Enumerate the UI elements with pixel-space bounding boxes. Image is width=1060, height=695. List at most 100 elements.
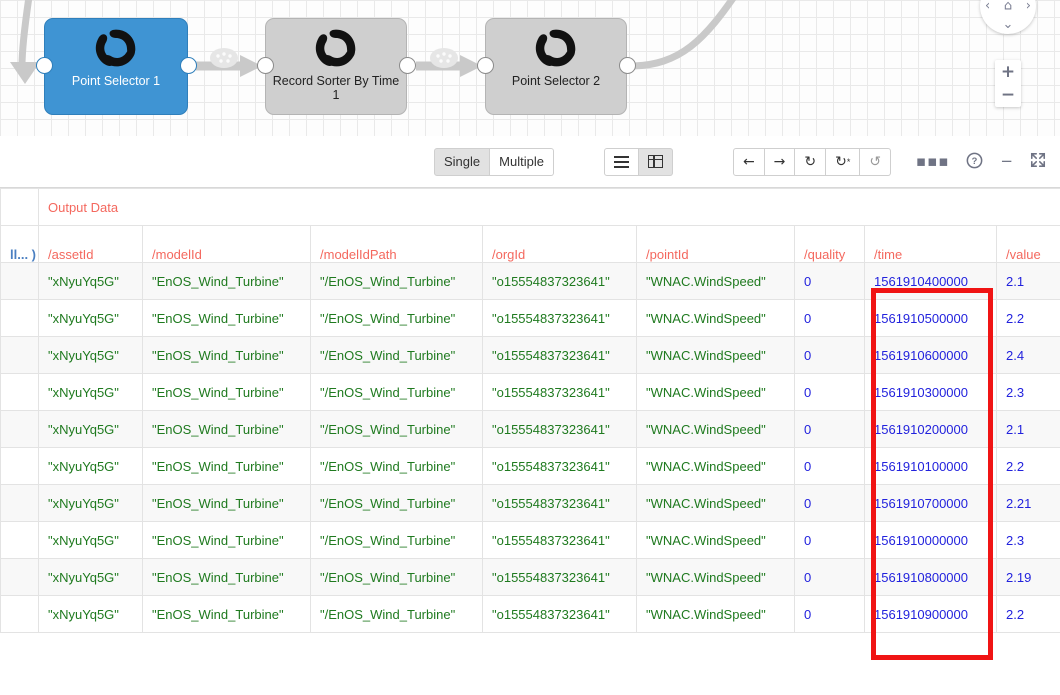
column-header-orgid[interactable]: /orgId [482, 225, 637, 263]
pan-left-icon[interactable]: ‹ [985, 0, 990, 13]
table-row[interactable]: "xNyuYq5G" "EnOS_Wind_Turbine" "/EnOS_Wind… [0, 595, 1060, 633]
refresh-icon[interactable]: ↻ [804, 154, 816, 170]
mode-single-button[interactable]: Single [434, 147, 491, 176]
cell-orgid: "o15554837323641" [482, 447, 637, 485]
row-cut-cell [0, 299, 39, 337]
cell-time: 1561910700000 [864, 484, 997, 522]
node-input-port[interactable] [477, 57, 494, 74]
star-superscript: * [846, 156, 851, 167]
column-header-time[interactable]: /time [864, 225, 997, 263]
cell-pointid: "WNAC.WindSpeed" [636, 595, 795, 633]
table-row[interactable]: "xNyuYq5G" "EnOS_Wind_Turbine" "/EnOS_Wind… [0, 262, 1060, 300]
pan-right-icon[interactable]: › [1026, 0, 1031, 13]
row-cut-cell [0, 595, 39, 633]
preview-toolbar: Single Multiple ← → ↻ ↻ * ↺ ▪▪▪ ? − [0, 136, 1060, 188]
cell-orgid: "o15554837323641" [482, 484, 637, 522]
zoom-in-button[interactable]: + [995, 60, 1021, 84]
row-cut-cell [0, 262, 39, 300]
cell-modelid: "EnOS_Wind_Turbine" [142, 558, 311, 596]
zoom-out-button[interactable]: − [995, 84, 1021, 108]
cell-modelid: "EnOS_Wind_Turbine" [142, 336, 311, 374]
cell-quality: 0 [794, 373, 865, 411]
node-input-port[interactable] [36, 57, 53, 74]
cell-pointid: "WNAC.WindSpeed" [636, 373, 795, 411]
cell-orgid: "o15554837323641" [482, 558, 637, 596]
cell-time: 1561910200000 [864, 410, 997, 448]
cell-modelidpath: "/EnOS_Wind_Turbine" [310, 336, 483, 374]
mode-toggle-group: Single Multiple [434, 147, 554, 176]
cell-assetid: "xNyuYq5G" [38, 410, 143, 448]
canvas-zoom-control[interactable]: + − [995, 60, 1021, 107]
cell-modelidpath: "/EnOS_Wind_Turbine" [310, 595, 483, 633]
cell-time: 1561910300000 [864, 373, 997, 411]
row-cut-cell [0, 410, 39, 448]
table-row[interactable]: "xNyuYq5G" "EnOS_Wind_Turbine" "/EnOS_Wind… [0, 484, 1060, 522]
node-output-port[interactable] [180, 57, 197, 74]
pinwheel-icon [535, 29, 576, 67]
cell-pointid: "WNAC.WindSpeed" [636, 558, 795, 596]
arrow-right-icon[interactable]: → [774, 154, 786, 170]
cell-time: 1561910500000 [864, 299, 997, 337]
workflow-node-point-selector-2[interactable]: Point Selector 2 [485, 18, 627, 115]
column-header-modelid[interactable]: /modelId [142, 225, 311, 263]
cell-time: 1561910800000 [864, 558, 997, 596]
toolbar-right-actions: ▪▪▪ ? − [916, 152, 1060, 172]
cell-quality: 0 [794, 262, 865, 300]
table-row[interactable]: "xNyuYq5G" "EnOS_Wind_Turbine" "/EnOS_Wind… [0, 336, 1060, 374]
home-icon[interactable]: ⌂ [1004, 0, 1012, 13]
cell-orgid: "o15554837323641" [482, 410, 637, 448]
group-blank-cell [0, 188, 39, 226]
pan-down-icon[interactable]: ⌄ [1003, 18, 1014, 31]
column-header-modelidpath[interactable]: /modelIdPath [310, 225, 483, 263]
cell-value: 2.3 [995, 521, 1060, 559]
cell-time: 1561910900000 [864, 595, 997, 633]
cell-modelidpath: "/EnOS_Wind_Turbine" [310, 521, 483, 559]
minimize-icon[interactable]: − [1000, 154, 1013, 169]
cell-time: 1561910100000 [864, 447, 997, 485]
expand-icon[interactable] [1030, 152, 1046, 171]
cell-value: 2.19 [995, 558, 1060, 596]
table-row[interactable]: "xNyuYq5G" "EnOS_Wind_Turbine" "/EnOS_Wind… [0, 299, 1060, 337]
refresh-star-icon[interactable]: ↻ [835, 154, 847, 170]
list-view-icon[interactable] [603, 147, 639, 176]
cell-pointid: "WNAC.WindSpeed" [636, 447, 795, 485]
table-row[interactable]: "xNyuYq5G" "EnOS_Wind_Turbine" "/EnOS_Wind… [0, 521, 1060, 559]
cell-assetid: "xNyuYq5G" [38, 558, 143, 596]
data-table: Output Data ll... ) /assetId /modelId /m… [0, 188, 1060, 633]
cell-orgid: "o15554837323641" [482, 595, 637, 633]
cell-quality: 0 [794, 299, 865, 337]
node-output-port[interactable] [399, 57, 416, 74]
arrow-left-icon[interactable]: ← [743, 154, 755, 170]
node-input-port[interactable] [257, 57, 274, 74]
table-row[interactable]: "xNyuYq5G" "EnOS_Wind_Turbine" "/EnOS_Wind… [0, 373, 1060, 411]
view-toggle-group [603, 147, 673, 176]
output-data-grid[interactable]: Output Data ll... ) /assetId /modelId /m… [0, 188, 1060, 695]
column-header-assetid[interactable]: /assetId [38, 225, 143, 263]
column-header-pointid[interactable]: /pointId [636, 225, 795, 263]
grid-view-icon[interactable] [638, 147, 673, 176]
list-view-glyph [613, 155, 629, 168]
cell-pointid: "WNAC.WindSpeed" [636, 410, 795, 448]
workflow-canvas[interactable]: Point Selector 1 Record Sorter By Time 1 [0, 0, 1060, 136]
workflow-node-point-selector-1[interactable]: Point Selector 1 [44, 18, 188, 115]
table-row[interactable]: "xNyuYq5G" "EnOS_Wind_Turbine" "/EnOS_Wind… [0, 558, 1060, 596]
workflow-node-record-sorter-by-time-1[interactable]: Record Sorter By Time 1 [265, 18, 407, 115]
node-output-port[interactable] [619, 57, 636, 74]
cell-modelid: "EnOS_Wind_Turbine" [142, 262, 311, 300]
cell-modelid: "EnOS_Wind_Turbine" [142, 410, 311, 448]
cell-pointid: "WNAC.WindSpeed" [636, 299, 795, 337]
cell-pointid: "WNAC.WindSpeed" [636, 262, 795, 300]
column-header-cut[interactable]: ll... ) [0, 225, 39, 263]
table-row[interactable]: "xNyuYq5G" "EnOS_Wind_Turbine" "/EnOS_Wind… [0, 410, 1060, 448]
column-header-value[interactable]: /value [995, 225, 1060, 263]
workflow-data-preview-page: Point Selector 1 Record Sorter By Time 1 [0, 0, 1060, 695]
help-icon[interactable]: ? [966, 152, 983, 172]
cell-quality: 0 [794, 484, 865, 522]
mode-multiple-button[interactable]: Multiple [490, 147, 554, 176]
undo-icon[interactable]: ↺ [869, 154, 881, 170]
column-header-quality[interactable]: /quality [794, 225, 865, 263]
cell-modelidpath: "/EnOS_Wind_Turbine" [310, 447, 483, 485]
table-row[interactable]: "xNyuYq5G" "EnOS_Wind_Turbine" "/EnOS_Wind… [0, 447, 1060, 485]
group-header-row: Output Data [0, 188, 1060, 226]
more-options-icon[interactable]: ▪▪▪ [916, 154, 950, 169]
